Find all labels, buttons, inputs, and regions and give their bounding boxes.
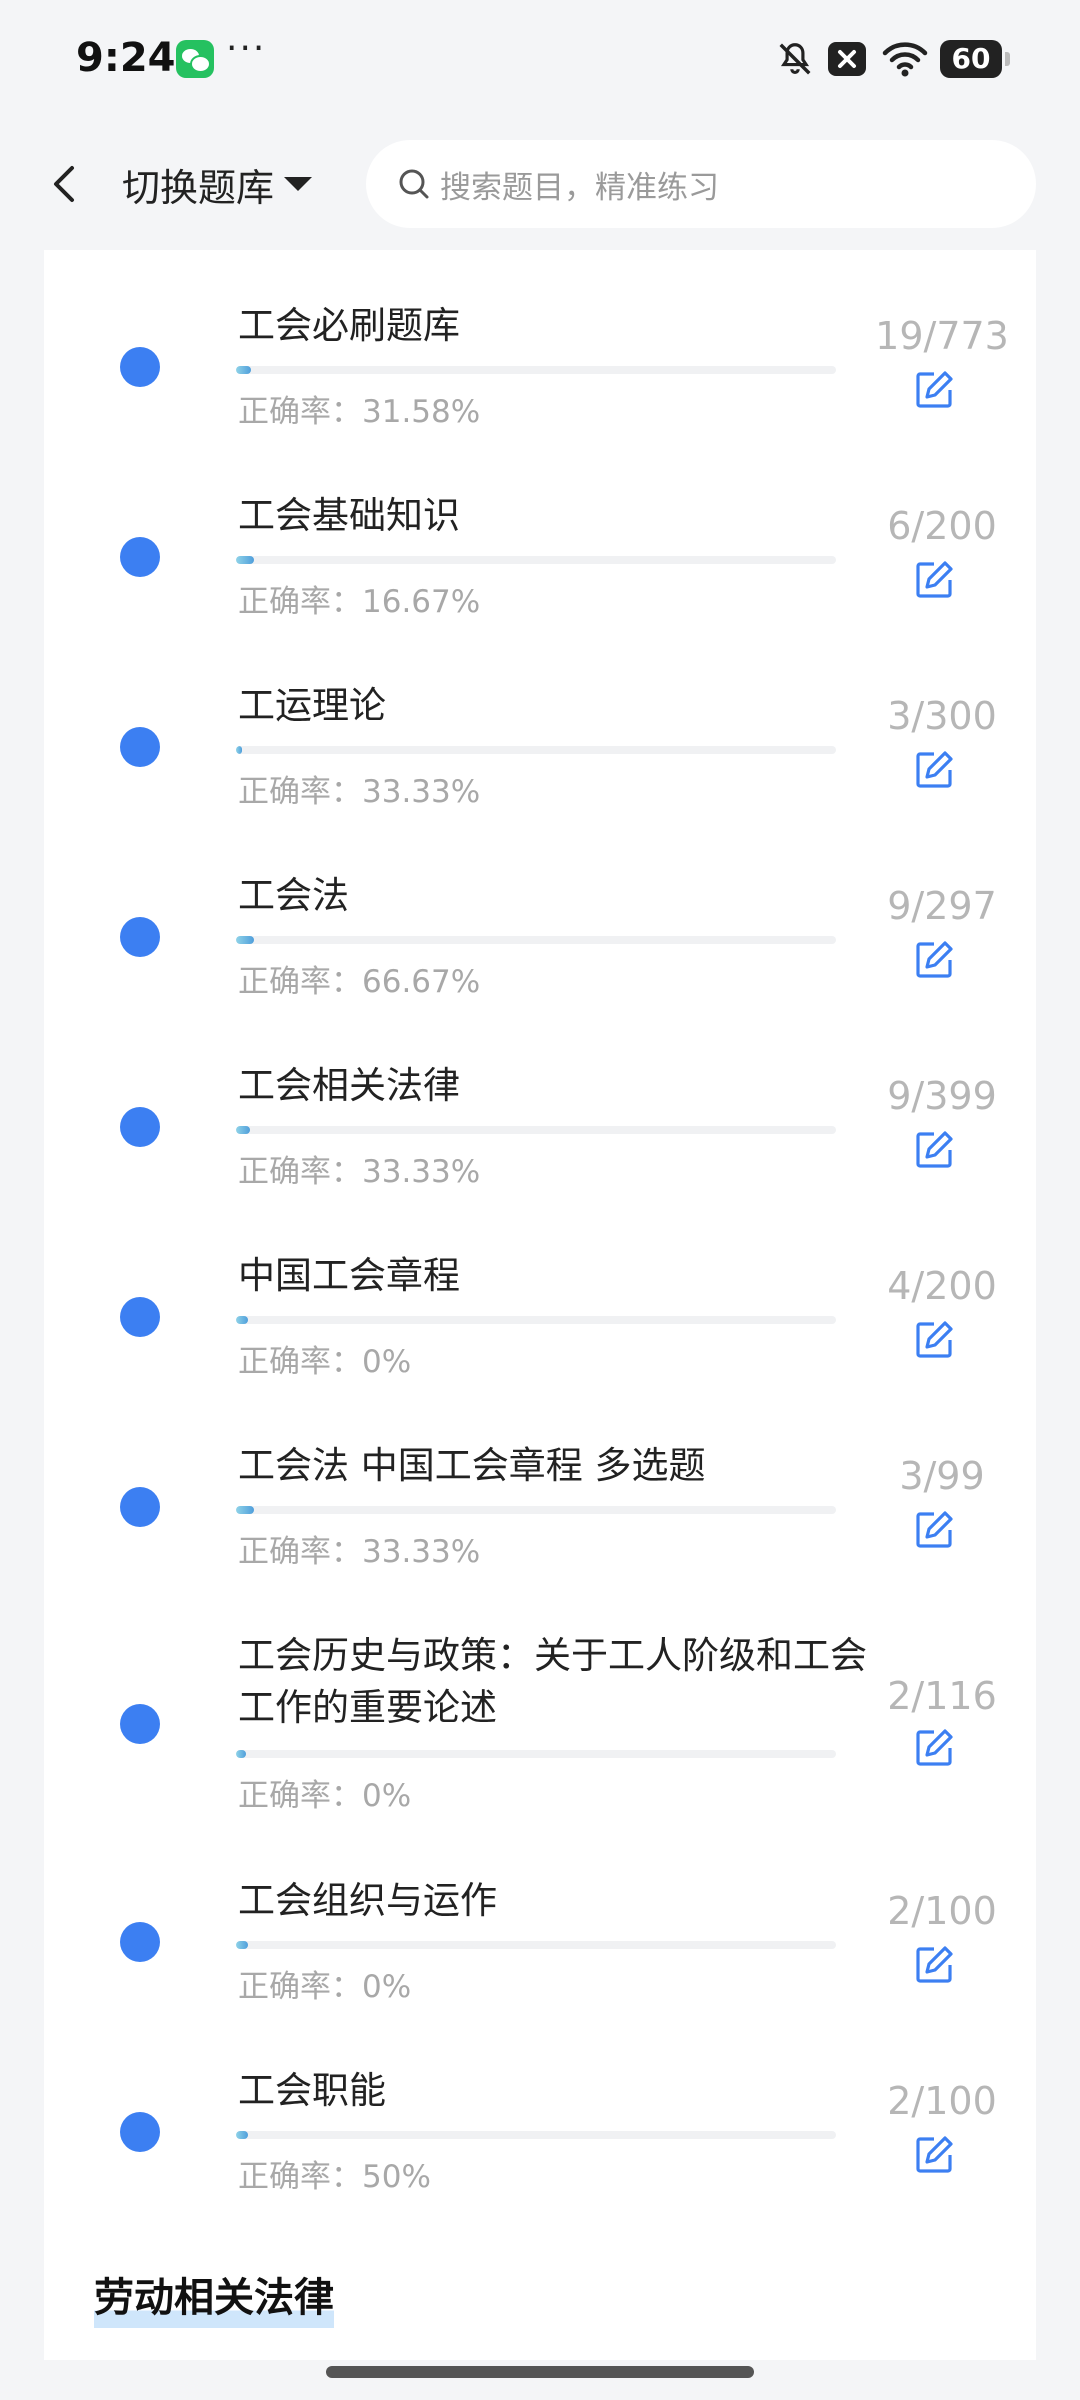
progress-fill [236, 1316, 248, 1324]
bank-title: 工运理论 [238, 684, 386, 727]
progress-fill [236, 1750, 247, 1758]
bank-title: 工会职能 [238, 2069, 386, 2112]
bank-title: 工会基础知识 [238, 494, 460, 537]
section-title: 劳动相关法律 [94, 2270, 334, 2328]
progress-bar [236, 1941, 836, 1949]
edit-icon[interactable] [912, 558, 956, 602]
battery-icon: 60 [940, 40, 1010, 78]
bank-dot-icon [120, 347, 160, 387]
edit-icon[interactable] [912, 1128, 956, 1172]
bank-title: 工会历史与政策：关于工人阶级和工会工作的重要论述 [238, 1634, 867, 1729]
progress-count: 2/100 [887, 2079, 997, 2123]
bank-dot-icon [120, 917, 160, 957]
search-placeholder: 搜索题目，精准练习 [440, 169, 719, 206]
list-item[interactable]: 工会必刷题库 正确率：31.58% 19/773 [44, 300, 1036, 440]
progress-fill [236, 936, 254, 944]
accuracy-text: 正确率：50% [238, 2159, 431, 2195]
bank-title: 中国工会章程 [238, 1254, 460, 1297]
wifi-icon [882, 42, 928, 77]
progress-bar [236, 936, 836, 944]
accuracy-text: 正确率：33.33% [238, 1154, 481, 1190]
edit-icon[interactable] [912, 2133, 956, 2177]
bank-title: 工会相关法律 [238, 1064, 460, 1107]
progress-fill [236, 746, 242, 754]
accuracy-text: 正确率：33.33% [238, 1534, 481, 1570]
accuracy-text: 正确率：66.67% [238, 964, 481, 1000]
progress-bar [236, 1126, 836, 1134]
list-item[interactable]: 工会法 中国工会章程 多选题 正确率：33.33% 3/99 [44, 1440, 1036, 1580]
bank-dot-icon [120, 1922, 160, 1962]
edit-icon[interactable] [912, 1726, 956, 1770]
bell-mute-icon [779, 43, 811, 75]
bank-title: 工会法 中国工会章程 多选题 [238, 1444, 706, 1487]
progress-bar [236, 746, 836, 754]
progress-fill [236, 556, 254, 564]
bank-dot-icon [120, 1107, 160, 1147]
edit-icon[interactable] [912, 368, 956, 412]
bank-dot-icon [120, 1487, 160, 1527]
accuracy-text: 正确率：0% [238, 1778, 412, 1814]
progress-fill [236, 1126, 250, 1134]
close-notification-icon [828, 42, 866, 76]
progress-fill [236, 2131, 248, 2139]
edit-icon[interactable] [912, 1508, 956, 1552]
list-item[interactable]: 工会基础知识 正确率：16.67% 6/200 [44, 490, 1036, 630]
progress-fill [236, 1941, 248, 1949]
home-indicator[interactable] [326, 2366, 754, 2378]
edit-icon[interactable] [912, 938, 956, 982]
progress-count: 3/99 [899, 1454, 985, 1498]
bank-dot-icon [120, 1704, 160, 1744]
progress-count: 6/200 [887, 504, 997, 548]
search-input[interactable]: 搜索题目，精准练习 [366, 140, 1036, 228]
progress-count: 3/300 [887, 694, 997, 738]
accuracy-text: 正确率：33.33% [238, 774, 481, 810]
accuracy-text: 正确率：0% [238, 1969, 412, 2005]
bank-dot-icon [120, 1297, 160, 1337]
progress-count: 19/773 [875, 314, 1009, 358]
bank-title: 工会必刷题库 [238, 304, 460, 347]
top-nav: 切换题库 搜索题目，精准练习 [0, 118, 1080, 250]
progress-count: 9/399 [887, 1074, 997, 1118]
caret-down-icon [284, 177, 313, 191]
back-arrow-icon[interactable] [44, 160, 84, 208]
progress-fill [236, 366, 251, 374]
list-item[interactable]: 工会相关法律 正确率：33.33% 9/399 [44, 1060, 1036, 1200]
edit-icon[interactable] [912, 1943, 956, 1987]
progress-bar [236, 1316, 836, 1324]
progress-count: 2/116 [887, 1674, 997, 1718]
progress-bar [236, 556, 836, 564]
edit-icon[interactable] [912, 748, 956, 792]
progress-bar [236, 1750, 836, 1758]
status-time: 9:24 [76, 35, 176, 81]
accuracy-text: 正确率：16.67% [238, 584, 481, 620]
list-item[interactable]: 工会历史与政策：关于工人阶级和工会工作的重要论述 正确率：0% 2/116 [44, 1630, 1036, 1825]
progress-count: 9/297 [887, 884, 997, 928]
list-item[interactable]: 工会职能 正确率：50% 2/100 [44, 2065, 1036, 2205]
progress-fill [236, 1506, 254, 1514]
switch-question-bank-label: 切换题库 [122, 165, 275, 210]
list-item[interactable]: 工会法 正确率：66.67% 9/297 [44, 870, 1036, 1010]
accuracy-text: 正确率：31.58% [238, 394, 481, 430]
wechat-icon [176, 40, 214, 78]
bank-title: 工会组织与运作 [238, 1879, 497, 1922]
progress-count: 4/200 [887, 1264, 997, 1308]
progress-bar [236, 1506, 836, 1514]
question-bank-card: 工会必刷题库 正确率：31.58% 19/773 工会基础知识 正确率：16.6… [44, 250, 1036, 2360]
progress-bar [236, 2131, 836, 2139]
edit-icon[interactable] [912, 1318, 956, 1362]
bank-dot-icon [120, 727, 160, 767]
list-item[interactable]: 中国工会章程 正确率：0% 4/200 [44, 1250, 1036, 1390]
switch-question-bank-button[interactable]: 切换题库 [122, 156, 313, 212]
progress-bar [236, 366, 836, 374]
list-item[interactable]: 工会组织与运作 正确率：0% 2/100 [44, 1875, 1036, 2015]
status-bar: 9:24 ··· 60 [0, 0, 1080, 118]
more-notifications-icon: ··· [226, 28, 267, 69]
accuracy-text: 正确率：0% [238, 1344, 412, 1380]
search-icon [399, 169, 429, 199]
bank-title: 工会法 [238, 874, 349, 917]
bank-dot-icon [120, 537, 160, 577]
progress-count: 2/100 [887, 1889, 997, 1933]
bank-dot-icon [120, 2112, 160, 2152]
list-item[interactable]: 工运理论 正确率：33.33% 3/300 [44, 680, 1036, 820]
